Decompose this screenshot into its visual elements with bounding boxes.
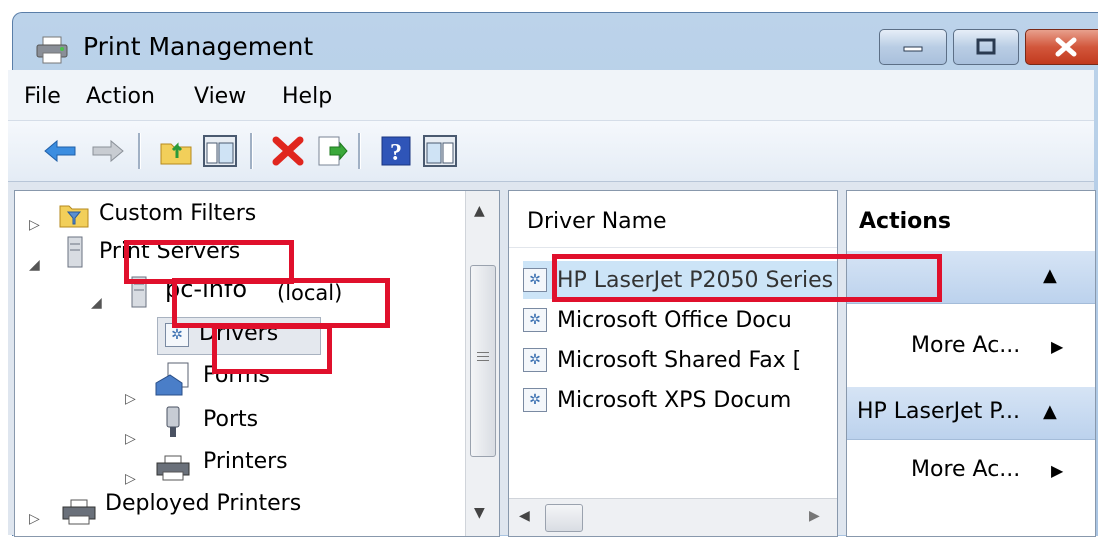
back-button[interactable] xyxy=(42,133,78,169)
action-pane-icon xyxy=(423,135,457,167)
actions-title: Actions xyxy=(859,209,951,234)
expand-arrow-icon[interactable]: ▷ xyxy=(125,471,136,487)
annotation-box-driver-row xyxy=(552,254,942,302)
window-title: Print Management xyxy=(83,32,314,61)
menu-file[interactable]: File xyxy=(24,84,61,109)
printer-icon xyxy=(59,497,99,527)
help-icon: ? xyxy=(381,136,411,166)
more-actions-link[interactable]: More Ac... xyxy=(911,457,1020,482)
tree-vertical-scrollbar[interactable]: ▲ ▼ xyxy=(465,191,499,536)
driver-name: Microsoft XPS Docum xyxy=(557,387,792,413)
list-item[interactable]: ✲ Microsoft XPS Docum xyxy=(523,382,791,418)
driver-gear-icon: ✲ xyxy=(523,388,547,412)
scroll-left-icon[interactable]: ◀ xyxy=(519,508,530,524)
menu-help[interactable]: Help xyxy=(282,84,332,109)
back-arrow-icon xyxy=(44,139,76,163)
close-button[interactable] xyxy=(1025,29,1098,65)
forward-button[interactable] xyxy=(90,133,126,169)
minimize-icon xyxy=(903,46,923,52)
filter-folder-icon xyxy=(59,201,89,229)
port-plug-icon xyxy=(161,405,185,439)
export-list-button[interactable] xyxy=(314,133,350,169)
menu-action[interactable]: Action xyxy=(86,84,155,109)
content-panes: ▷ Custom Filters ◢ Print Servers ◢ pc-in… xyxy=(8,182,1096,537)
menu-view[interactable]: View xyxy=(194,84,246,109)
svg-text:?: ? xyxy=(390,140,402,166)
toolbar-separator xyxy=(138,133,141,169)
expand-arrow-icon[interactable]: ▷ xyxy=(125,391,136,407)
delete-button[interactable] xyxy=(270,133,306,169)
expand-arrow-icon[interactable]: ▷ xyxy=(29,217,40,233)
actions-pane: Actions ▲ More Ac... ▶ HP LaserJet P... … xyxy=(846,190,1096,537)
tree-item-ports[interactable]: Ports xyxy=(203,407,258,432)
collapse-arrow-icon[interactable]: ◢ xyxy=(91,295,102,311)
forward-arrow-icon xyxy=(92,139,124,163)
maximize-button[interactable] xyxy=(953,29,1019,65)
column-header-label: Driver Name xyxy=(527,209,667,234)
maximize-icon xyxy=(976,38,996,55)
menu-bar: File Action View Help xyxy=(8,70,1094,121)
show-hide-console-tree-button[interactable] xyxy=(202,133,238,169)
driver-gear-icon: ✲ xyxy=(523,268,547,292)
annotation-box-server xyxy=(172,278,390,328)
expand-arrow-icon[interactable]: ▷ xyxy=(29,511,40,527)
actions-section-title: HP LaserJet P... xyxy=(857,399,1021,424)
toolbar: ? xyxy=(8,121,1094,182)
scrollbar-thumb[interactable] xyxy=(545,504,583,532)
scrollbar-thumb[interactable] xyxy=(470,265,496,457)
list-item[interactable]: ✲ Microsoft Office Docu xyxy=(523,302,792,338)
show-hide-action-pane-button[interactable] xyxy=(422,133,458,169)
tree-item-custom-filters[interactable]: Custom Filters xyxy=(99,201,256,226)
forms-icon xyxy=(153,361,193,397)
minimize-button[interactable] xyxy=(879,29,947,65)
more-actions-link[interactable]: More Ac... xyxy=(911,333,1020,358)
close-icon xyxy=(1055,37,1077,57)
driver-name: Microsoft Office Docu xyxy=(557,307,792,333)
scroll-right-icon[interactable]: ▶ xyxy=(809,508,820,524)
submenu-arrow-icon: ▶ xyxy=(1051,337,1064,356)
up-folder-button[interactable] xyxy=(158,133,194,169)
list-item[interactable]: ✲ Microsoft Shared Fax [ xyxy=(523,342,801,378)
server-icon xyxy=(65,235,85,269)
scroll-down-icon[interactable]: ▼ xyxy=(474,505,485,521)
toolbar-separator xyxy=(250,133,253,169)
expand-arrow-icon[interactable]: ▷ xyxy=(125,431,136,447)
submenu-arrow-icon: ▶ xyxy=(1051,461,1064,480)
actions-section-header[interactable]: HP LaserJet P... ▲ xyxy=(847,387,1095,440)
folder-up-icon xyxy=(160,142,192,165)
tree-item-deployed-printers[interactable]: Deployed Printers xyxy=(105,491,301,516)
driver-list-pane: Driver Name ✲ HP LaserJet P2050 Series P… xyxy=(508,190,838,537)
delete-x-icon xyxy=(272,136,304,166)
driver-gear-icon: ✲ xyxy=(523,308,547,332)
list-horizontal-scrollbar[interactable]: ◀ ▶ xyxy=(509,498,837,536)
grip-icon xyxy=(477,352,489,353)
console-tree-icon xyxy=(203,135,237,167)
collapse-triangle-icon[interactable]: ▲ xyxy=(1043,265,1057,286)
toolbar-separator xyxy=(358,133,361,169)
tree-item-printers[interactable]: Printers xyxy=(203,449,288,474)
driver-gear-icon: ✲ xyxy=(523,348,547,372)
scroll-up-icon[interactable]: ▲ xyxy=(474,203,485,219)
collapse-arrow-icon[interactable]: ◢ xyxy=(29,257,40,273)
printer-app-icon xyxy=(35,35,71,65)
column-header-driver-name[interactable]: Driver Name xyxy=(509,191,837,248)
driver-name: Microsoft Shared Fax [ xyxy=(557,347,802,373)
annotation-box-drivers xyxy=(212,324,332,374)
export-icon xyxy=(318,136,348,166)
help-button[interactable]: ? xyxy=(378,133,414,169)
printer-icon xyxy=(153,453,193,483)
collapse-triangle-icon[interactable]: ▲ xyxy=(1043,401,1057,422)
